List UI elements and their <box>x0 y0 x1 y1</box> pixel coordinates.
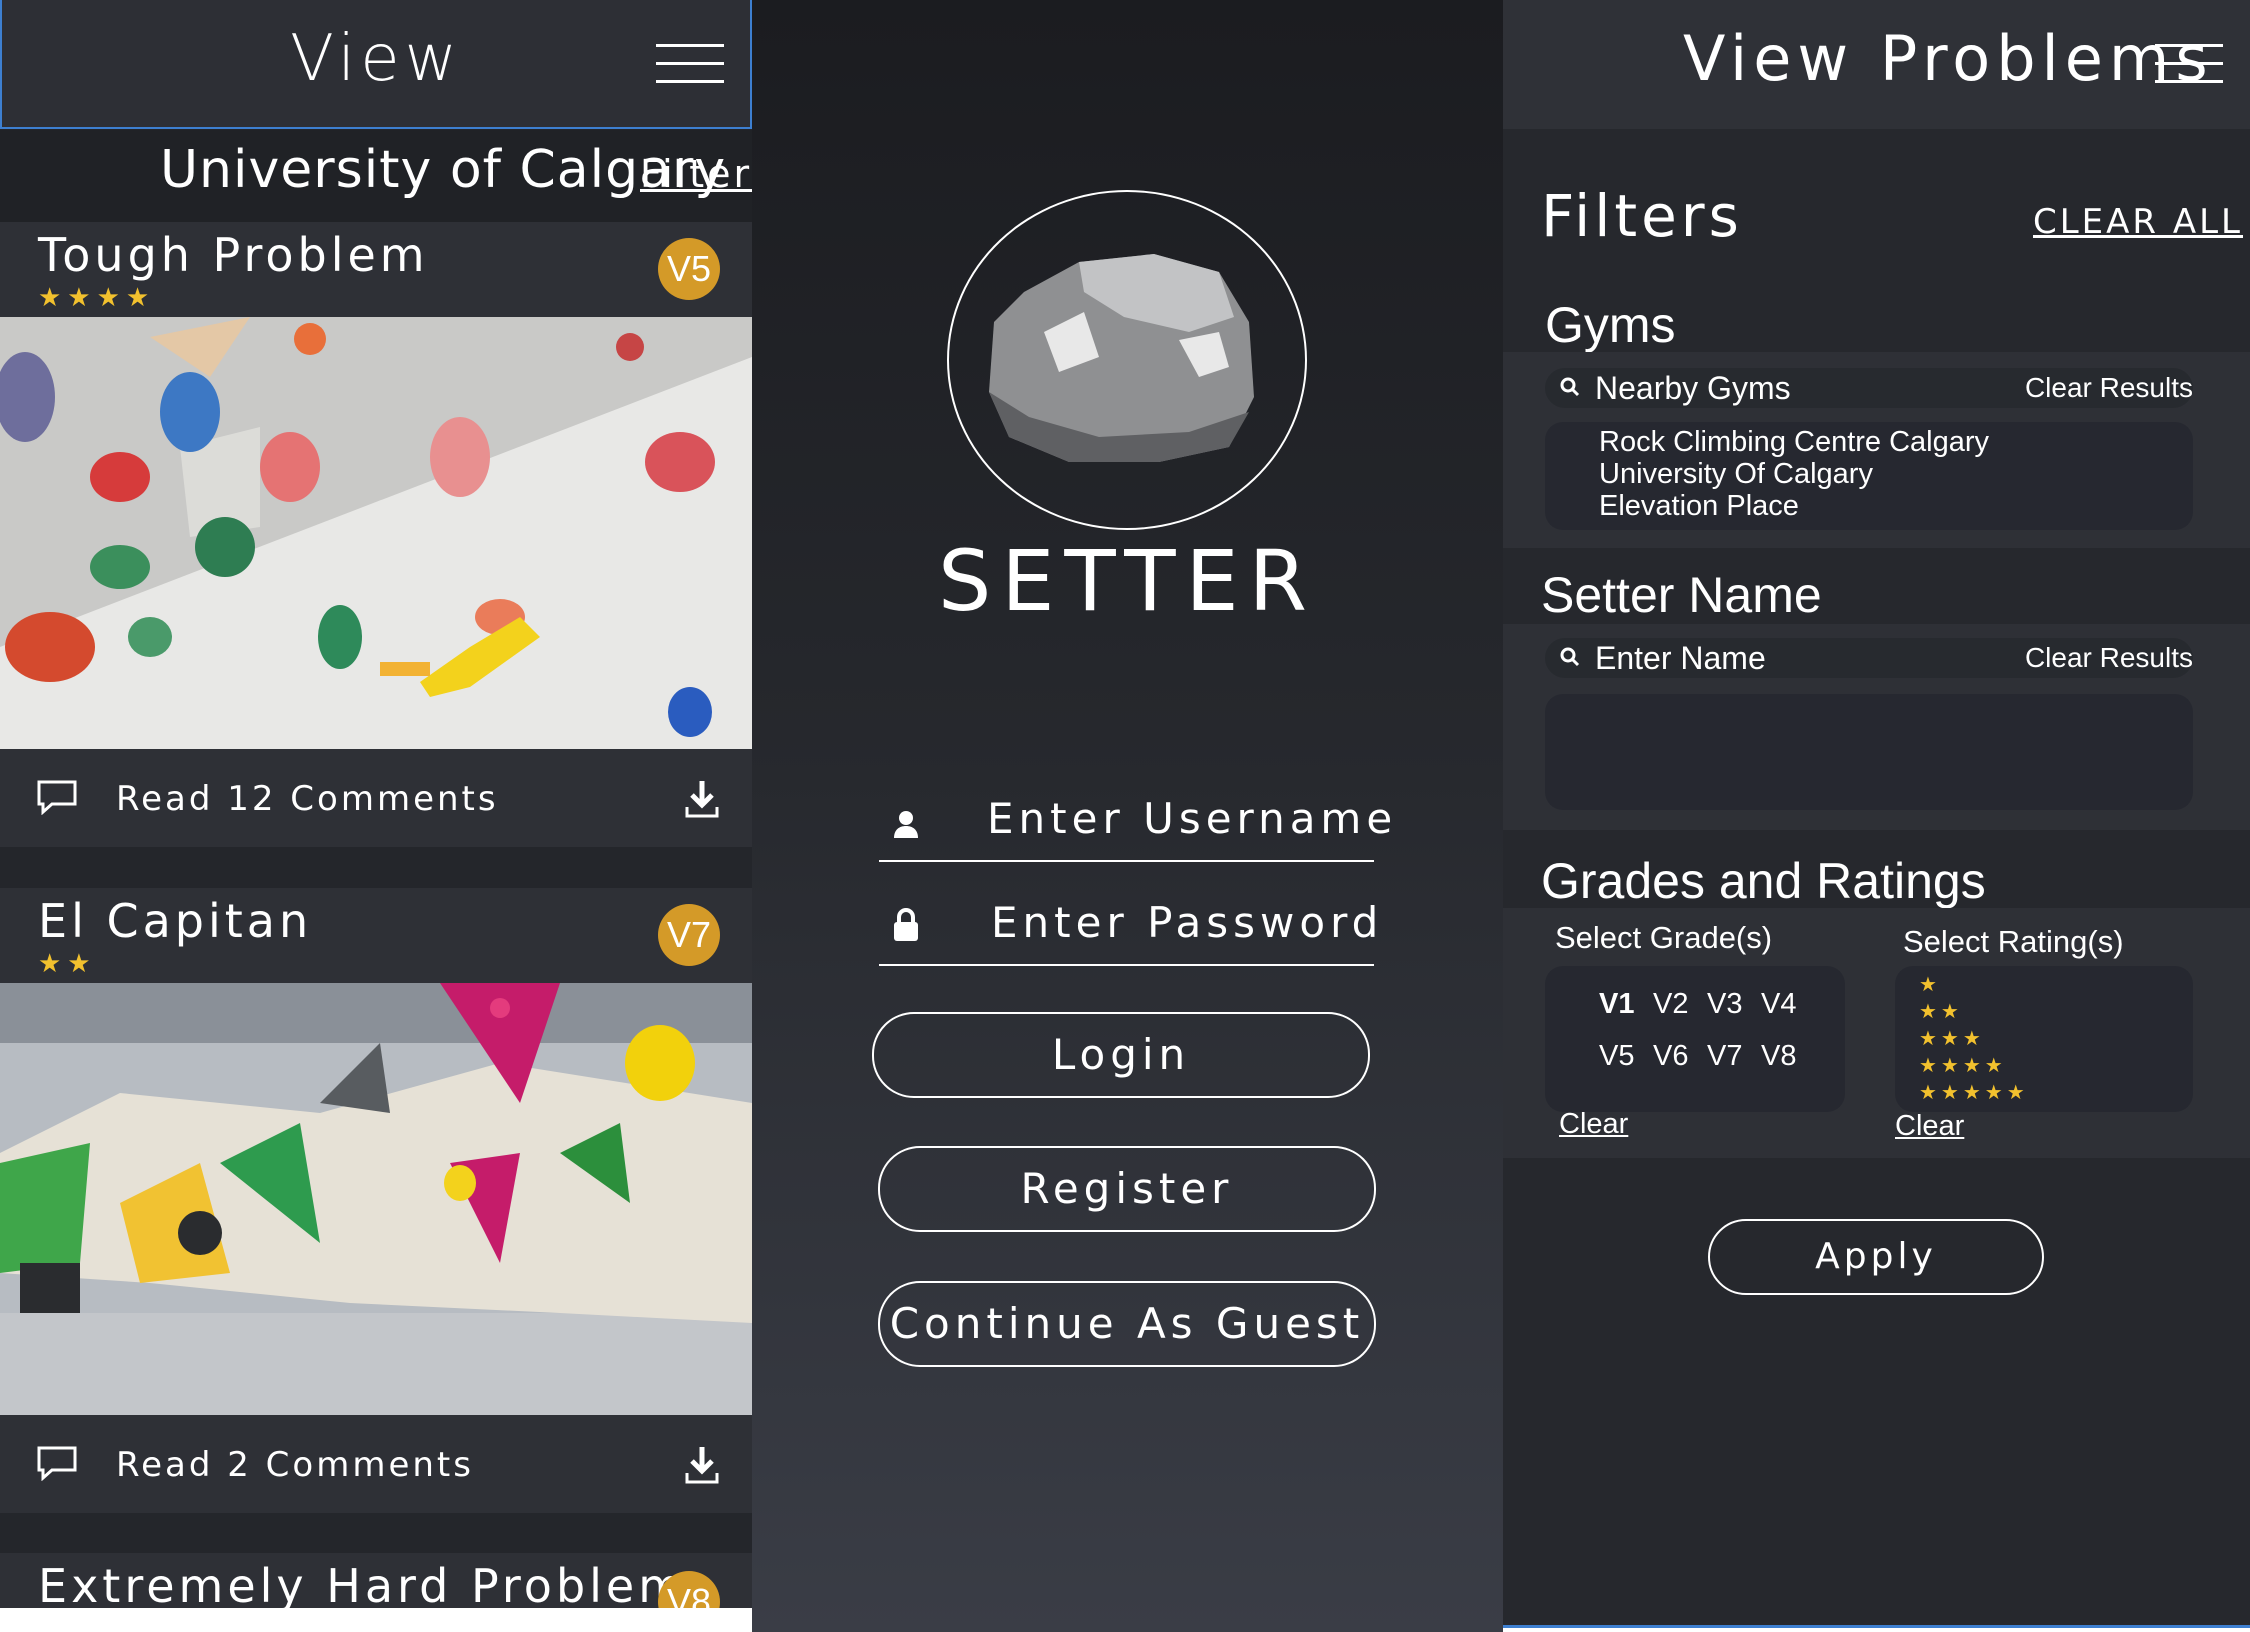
setter-name-heading: Setter Name <box>1541 567 1822 623</box>
problem-list-screen: View University of Calgary Filters Tough… <box>0 0 752 1608</box>
rating-option[interactable]: ★★ <box>1919 999 1963 1024</box>
filters-heading: Filters <box>1541 182 1743 250</box>
clear-ratings-link[interactable]: Clear <box>1895 1110 1964 1143</box>
gym-result-item[interactable]: University Of Calgary <box>1599 458 1873 491</box>
grades-section: Select Grade(s) Select Rating(s) V1 V2 V… <box>1503 908 2250 1158</box>
boulder-icon <box>989 254 1254 462</box>
rating-option[interactable]: ★ <box>1919 972 1941 997</box>
grades-ratings-heading: Grades and Ratings <box>1541 853 1986 909</box>
grade-option[interactable]: V1 <box>1599 988 1634 1021</box>
select-rating-label: Select Rating(s) <box>1903 924 2124 959</box>
continue-as-guest-button[interactable]: Continue As Guest <box>878 1281 1376 1367</box>
problem-card-footer: Read 2 Comments <box>0 1415 752 1513</box>
grade-option[interactable]: V8 <box>1761 1040 1796 1073</box>
problem-photo[interactable] <box>0 983 752 1415</box>
problem-card-footer: Read 12 Comments <box>0 749 752 847</box>
user-icon <box>893 810 919 843</box>
grade-option[interactable]: V3 <box>1707 988 1742 1021</box>
setter-results-list <box>1545 694 2193 810</box>
rating-option[interactable]: ★★★ <box>1919 1026 1985 1051</box>
password-placeholder: Enter Password <box>991 898 1384 947</box>
app-name: SETTER <box>938 532 1317 630</box>
select-grade-label: Select Grade(s) <box>1555 920 1773 955</box>
comment-icon[interactable] <box>36 779 78 820</box>
download-icon[interactable] <box>684 1445 720 1490</box>
gym-search-input[interactable]: Nearby Gyms Clear Results <box>1545 368 2193 408</box>
username-field[interactable]: Enter Username <box>879 780 1392 862</box>
apply-button[interactable]: Apply <box>1708 1219 2044 1295</box>
search-icon <box>1559 646 1581 673</box>
problem-card-header[interactable]: El Capitan ★★ V7 <box>0 888 752 983</box>
grade-option[interactable]: V6 <box>1653 1040 1688 1073</box>
grade-badge: V5 <box>658 238 720 300</box>
problem-name: El Capitan <box>38 894 313 948</box>
gym-results-list: Rock Climbing Centre Calgary University … <box>1545 422 2193 530</box>
clear-setter-results-button[interactable]: Clear Results <box>2025 642 2193 674</box>
setter-search-placeholder: Enter Name <box>1595 640 1766 676</box>
username-placeholder: Enter Username <box>987 794 1398 843</box>
problem-card-header[interactable]: Tough Problem ★★★★ V5 <box>0 222 752 317</box>
clear-grades-link[interactable]: Clear <box>1559 1108 1628 1141</box>
climbing-wall-image <box>0 317 752 749</box>
problem-name: Extremely Hard Problem <box>38 1559 688 1608</box>
password-field[interactable]: Enter Password <box>879 884 1378 966</box>
clear-all-link[interactable]: CLEAR ALL <box>2033 202 2243 242</box>
login-screen: SETTER Enter Username Enter Password Log… <box>752 0 1503 1632</box>
gym-header: University of Calgary Filters <box>0 130 752 222</box>
gyms-heading: Gyms <box>1545 297 1676 353</box>
problem-photo[interactable] <box>0 317 752 749</box>
grade-option[interactable]: V5 <box>1599 1040 1634 1073</box>
problem-rating: ★★ <box>38 948 97 978</box>
grade-selector: V1 V2 V3 V4 V5 V6 V7 V8 <box>1545 966 1845 1112</box>
clear-gym-results-button[interactable]: Clear Results <box>2025 372 2193 404</box>
rating-option[interactable]: ★★★★★ <box>1919 1080 2029 1105</box>
lock-icon <box>893 908 919 947</box>
gym-result-item[interactable]: Rock Climbing Centre Calgary <box>1599 426 1989 459</box>
problem-card-header[interactable]: Extremely Hard Problem V8 <box>0 1553 752 1608</box>
menu-icon[interactable] <box>656 44 724 84</box>
problem-rating: ★★★★ <box>38 282 156 312</box>
filter-screen: View Problems Filters CLEAR ALL Gyms Nea… <box>1503 0 2250 1628</box>
problem-name: Tough Problem <box>38 228 429 282</box>
setter-search-input[interactable]: Enter Name Clear Results <box>1545 638 2193 678</box>
search-icon <box>1559 376 1581 403</box>
read-comments-link[interactable]: Read 12 Comments <box>116 779 499 819</box>
grade-badge: V7 <box>658 904 720 966</box>
top-bar: View Problems <box>1503 0 2250 129</box>
climbing-gym-image <box>0 983 752 1415</box>
grade-option[interactable]: V7 <box>1707 1040 1742 1073</box>
comment-icon[interactable] <box>36 1445 78 1486</box>
login-button[interactable]: Login <box>872 1012 1370 1098</box>
gym-result-item[interactable]: Elevation Place <box>1599 490 1799 523</box>
gyms-section: Nearby Gyms Clear Results Rock Climbing … <box>1503 352 2250 548</box>
read-comments-link[interactable]: Read 2 Comments <box>116 1445 474 1485</box>
menu-icon[interactable] <box>2155 44 2223 84</box>
register-button[interactable]: Register <box>878 1146 1376 1232</box>
top-bar: View <box>0 0 752 129</box>
rating-option[interactable]: ★★★★ <box>1919 1053 2007 1078</box>
grade-option[interactable]: V4 <box>1761 988 1796 1021</box>
download-icon[interactable] <box>684 779 720 824</box>
grade-option[interactable]: V2 <box>1653 988 1688 1021</box>
screen-title: View Problems <box>1683 22 2214 95</box>
rating-selector: ★ ★★ ★★★ ★★★★ ★★★★★ <box>1895 966 2193 1112</box>
filters-link[interactable]: Filters <box>640 152 752 196</box>
screen-title: View <box>290 22 462 96</box>
setter-section: Enter Name Clear Results <box>1503 624 2250 830</box>
logo <box>947 190 1307 530</box>
gym-search-placeholder: Nearby Gyms <box>1595 370 1791 406</box>
